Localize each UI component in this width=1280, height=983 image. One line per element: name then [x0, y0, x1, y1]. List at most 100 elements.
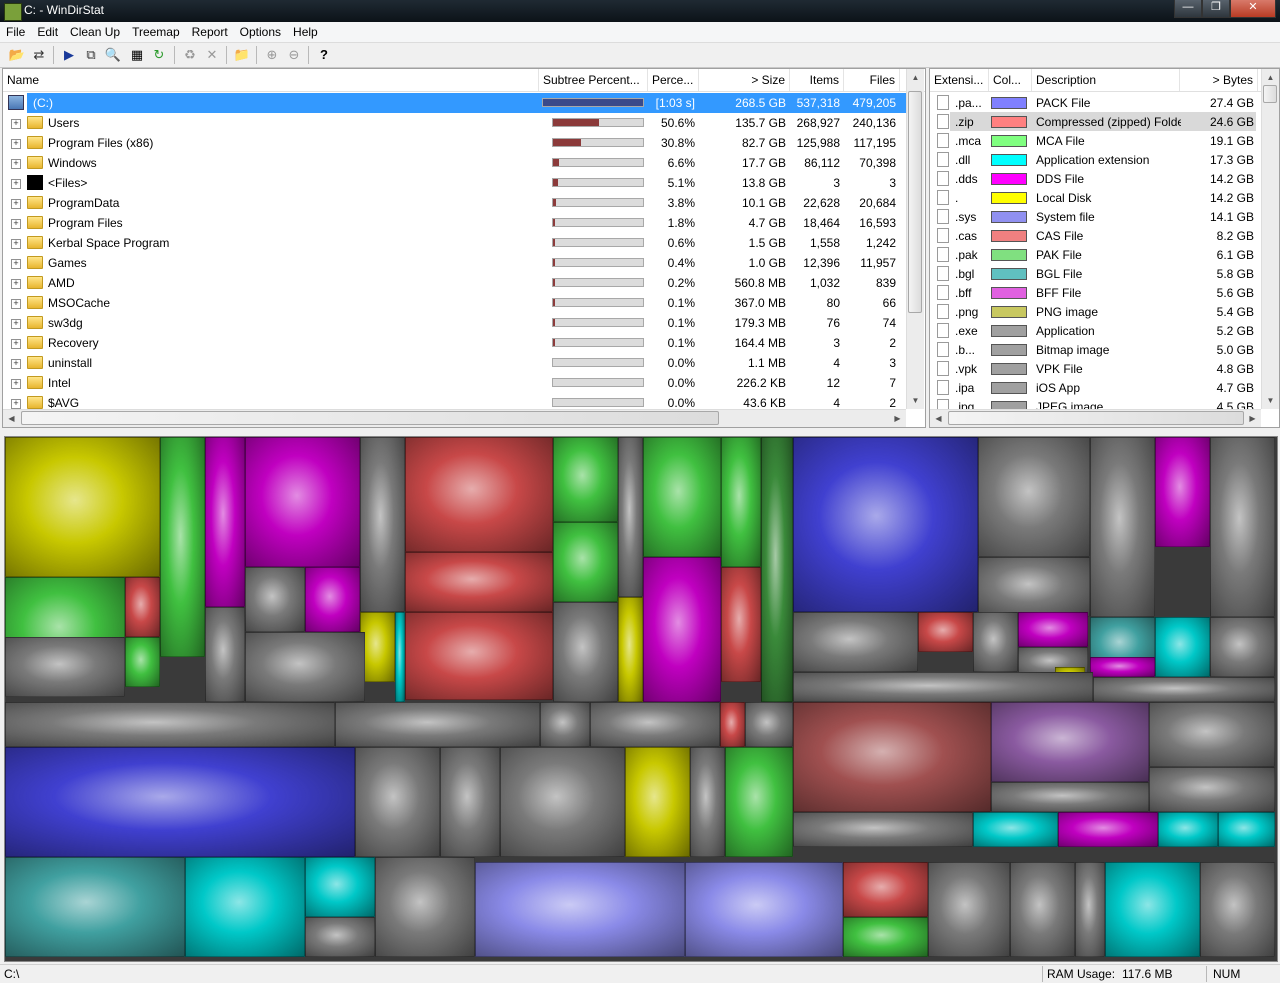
menu-treemap[interactable]: Treemap	[126, 22, 186, 40]
treemap-tile[interactable]	[1210, 437, 1275, 617]
treemap-tile[interactable]	[643, 557, 721, 702]
treemap-tile[interactable]	[1149, 702, 1275, 767]
treemap-tile[interactable]	[991, 782, 1149, 812]
treemap-tile[interactable]	[205, 437, 245, 607]
expand-icon[interactable]: +	[11, 139, 21, 149]
extension-row[interactable]: .zip Compressed (zipped) Folder 24.6 GB	[930, 112, 1279, 131]
play-icon[interactable]: ▶	[60, 46, 78, 64]
expand-icon[interactable]: +	[11, 159, 21, 169]
treemap-tile[interactable]	[553, 602, 618, 702]
treemap-tile[interactable]	[625, 747, 690, 857]
treemap-tile[interactable]	[395, 612, 405, 702]
treemap-tile[interactable]	[375, 857, 475, 957]
tree-row[interactable]: + Program Files (x86) 30.8% 82.7 GB 125,988 1…	[3, 133, 925, 153]
treemap-tile[interactable]	[335, 702, 540, 747]
treemap-tile[interactable]	[125, 637, 160, 687]
treemap-tile[interactable]	[721, 437, 761, 567]
treemap-tile[interactable]	[1155, 437, 1210, 547]
treemap-tile[interactable]	[5, 637, 125, 697]
treemap-tile[interactable]	[305, 857, 375, 917]
treemap-tile[interactable]	[991, 702, 1149, 782]
expand-icon[interactable]: +	[11, 399, 21, 409]
scroll-left-arrow[interactable]: ◀	[3, 410, 20, 427]
treemap-tile[interactable]	[721, 567, 761, 682]
menu-clean-up[interactable]: Clean Up	[64, 22, 126, 40]
help-icon[interactable]: ?	[315, 46, 333, 64]
tree-row[interactable]: + Users 50.6% 135.7 GB 268,927 240,136	[3, 113, 925, 133]
treemap-tile[interactable]	[793, 612, 918, 672]
refresh-icon[interactable]: ⇄	[30, 46, 48, 64]
column-name[interactable]: Name	[3, 69, 539, 91]
minimize-button[interactable]: —	[1174, 0, 1202, 18]
column-items[interactable]: Items	[790, 69, 844, 91]
treemap-tile[interactable]	[1093, 677, 1275, 702]
treemap-tile[interactable]	[553, 522, 618, 602]
column-files[interactable]: Files	[844, 69, 900, 91]
menu-file[interactable]: File	[0, 22, 31, 40]
treemap-tile[interactable]	[1010, 862, 1075, 957]
open-icon[interactable]: 📂	[8, 46, 26, 64]
menu-help[interactable]: Help	[287, 22, 324, 40]
scroll-thumb[interactable]	[948, 411, 1244, 425]
zoom-out-icon[interactable]: ⊖	[285, 46, 303, 64]
tree-row[interactable]: + Intel 0.0% 226.2 KB 12 7	[3, 373, 925, 393]
column-size[interactable]: > Size	[699, 69, 790, 91]
expand-icon[interactable]: +	[11, 119, 21, 129]
expand-icon[interactable]: +	[11, 339, 21, 349]
expand-icon[interactable]: +	[11, 379, 21, 389]
extension-row[interactable]: .mca MCA File 19.1 GB	[930, 131, 1279, 150]
treemap-tile[interactable]	[1200, 862, 1275, 957]
scroll-right-arrow[interactable]: ▶	[889, 410, 906, 427]
treemap-tile[interactable]	[973, 612, 1018, 672]
extension-row[interactable]: .exe Application 5.2 GB	[930, 321, 1279, 340]
column-extension[interactable]: Extensi...	[930, 69, 989, 91]
expand-icon[interactable]: +	[11, 259, 21, 269]
column-description[interactable]: Description	[1032, 69, 1180, 91]
explorer-icon[interactable]: 🔍	[104, 46, 122, 64]
treemap-tile[interactable]	[500, 747, 625, 857]
treemap-tile[interactable]	[843, 862, 928, 917]
treemap-tile[interactable]	[725, 747, 793, 857]
treemap-tile[interactable]	[1218, 812, 1275, 847]
treemap-tile[interactable]	[205, 607, 245, 702]
scroll-right-arrow[interactable]: ▶	[1244, 410, 1261, 427]
treemap-tile[interactable]	[540, 702, 590, 747]
tree-row[interactable]: + <Files> 5.1% 13.8 GB 3 3	[3, 173, 925, 193]
scroll-down-arrow[interactable]: ▼	[1262, 392, 1279, 409]
treemap-tile[interactable]	[305, 567, 360, 632]
expand-icon[interactable]: +	[11, 279, 21, 289]
treemap-tile[interactable]	[405, 437, 553, 552]
extension-vertical-scrollbar[interactable]: ▲ ▼	[1261, 69, 1279, 409]
scroll-thumb[interactable]	[1263, 85, 1277, 103]
expand-icon[interactable]: +	[11, 199, 21, 209]
treemap-tile[interactable]	[160, 437, 205, 657]
recycle-icon[interactable]: ♻	[181, 46, 199, 64]
tree-row[interactable]: + Program Files 1.8% 4.7 GB 18,464 16,593	[3, 213, 925, 233]
treemap-tile[interactable]	[978, 557, 1090, 617]
column-percent[interactable]: Perce...	[648, 69, 699, 91]
scroll-thumb[interactable]	[21, 411, 719, 425]
tree-row[interactable]: + Windows 6.6% 17.7 GB 86,112 70,398	[3, 153, 925, 173]
treemap-tile[interactable]	[360, 437, 405, 612]
menu-options[interactable]: Options	[234, 22, 287, 40]
extension-row[interactable]: .bgl BGL File 5.8 GB	[930, 264, 1279, 283]
treemap-tile[interactable]	[720, 702, 745, 747]
treemap-tile[interactable]	[1149, 767, 1275, 812]
extension-row[interactable]: .dds DDS File 14.2 GB	[930, 169, 1279, 188]
windirstat-app-icon[interactable]	[4, 3, 22, 21]
extension-row[interactable]: .pak PAK File 6.1 GB	[930, 245, 1279, 264]
treemap-tile[interactable]	[793, 812, 973, 847]
tree-row[interactable]: + ProgramData 3.8% 10.1 GB 22,628 20,684	[3, 193, 925, 213]
treemap-tile[interactable]	[125, 577, 160, 637]
extension-row[interactable]: .png PNG image 5.4 GB	[930, 302, 1279, 321]
tree-row[interactable]: + uninstall 0.0% 1.1 MB 4 3	[3, 353, 925, 373]
treemap-tile[interactable]	[690, 747, 725, 857]
maximize-button[interactable]: ❐	[1202, 0, 1230, 18]
treemap-tile[interactable]	[918, 612, 973, 652]
treemap-tile[interactable]	[1210, 617, 1275, 677]
menu-report[interactable]: Report	[186, 22, 234, 40]
close-button[interactable]: ✕	[1230, 0, 1276, 18]
treemap-tile[interactable]	[1158, 812, 1218, 847]
extension-row[interactable]: .cas CAS File 8.2 GB	[930, 226, 1279, 245]
treemap-tile[interactable]	[928, 862, 1010, 957]
